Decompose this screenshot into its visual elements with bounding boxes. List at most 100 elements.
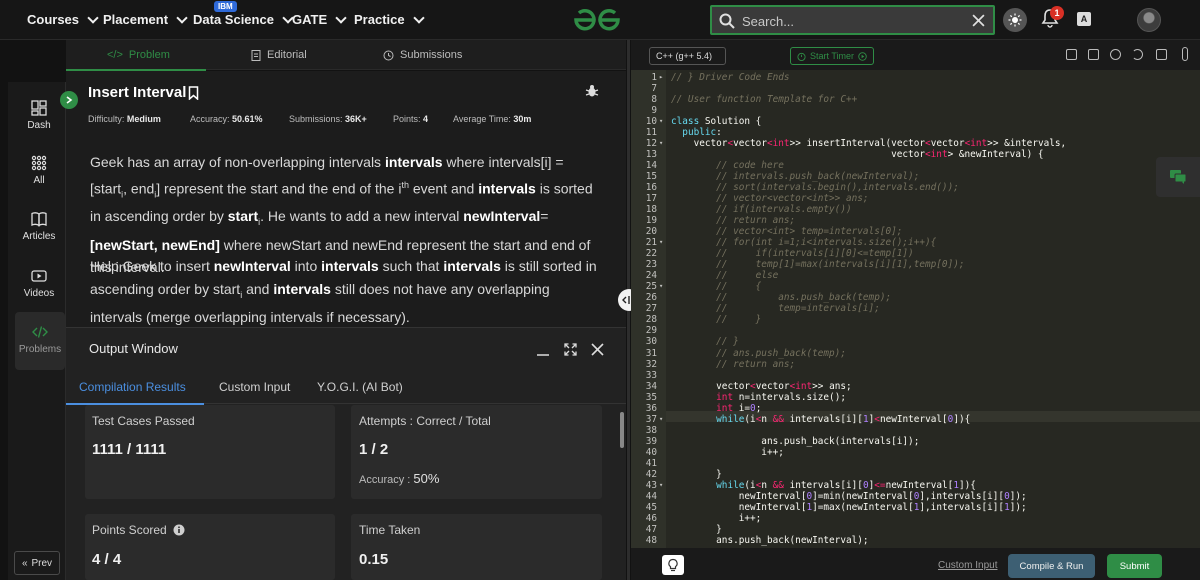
code-line[interactable]: 14 // code here: [631, 160, 1191, 171]
sidebar-item-videos[interactable]: Videos: [10, 268, 68, 299]
tab-yogi-ai-bot[interactable]: Y.O.G.I. (AI Bot): [317, 380, 403, 394]
minimize-icon[interactable]: [536, 344, 550, 356]
code-line[interactable]: 45 newInterval[1]=max(newInterval[1],int…: [631, 502, 1191, 513]
code-line[interactable]: 18 // if(intervals.empty()): [631, 204, 1191, 215]
code-line[interactable]: 38: [631, 425, 1191, 436]
code-line[interactable]: 36 int i=0;: [631, 403, 1191, 414]
code-line[interactable]: 27 // temp=intervals[i];: [631, 303, 1191, 314]
fold-toggle-icon[interactable]: ▾: [659, 414, 663, 425]
avatar[interactable]: [1137, 8, 1161, 32]
code-line[interactable]: 9: [631, 105, 1191, 116]
compile-run-button[interactable]: Compile & Run: [1008, 554, 1095, 578]
translate-icon[interactable]: A: [1077, 12, 1091, 26]
fullscreen-icon[interactable]: [1156, 49, 1167, 60]
code-line[interactable]: 16 // sort(intervals.begin(),intervals.e…: [631, 182, 1191, 193]
code-line[interactable]: 42 }: [631, 469, 1191, 480]
fold-toggle-icon[interactable]: ▾: [659, 237, 663, 248]
code-line[interactable]: 39 ans.push_back(intervals[i]);: [631, 436, 1191, 447]
scrollbar-mini[interactable]: [1182, 47, 1188, 61]
submissions-value: 36K+: [345, 114, 367, 124]
tab-editorial[interactable]: Editorial: [251, 49, 307, 61]
code-line[interactable]: 29: [631, 325, 1191, 336]
nav-gate[interactable]: GATE: [292, 11, 347, 27]
code-line[interactable]: 44 newInterval[0]=min(newInterval[0],int…: [631, 491, 1191, 502]
code-line[interactable]: 34 vector<vector<int>> ans;: [631, 381, 1191, 392]
code-line[interactable]: 13 vector<int> &newInterval) {: [631, 149, 1191, 160]
code-line[interactable]: 26 // ans.push_back(temp);: [631, 292, 1191, 303]
nav-data-science[interactable]: Data Science: [193, 11, 294, 27]
code-line[interactable]: 46 i++;: [631, 513, 1191, 524]
code-line[interactable]: 12 ▾ vector<vector<int>> insertInterval(v…: [631, 138, 1191, 149]
code-line[interactable]: 41: [631, 458, 1191, 469]
fold-toggle-icon[interactable]: ▾: [659, 480, 663, 491]
code-line[interactable]: 11 public:: [631, 127, 1191, 138]
bug-report-icon[interactable]: [585, 84, 599, 98]
reset-icon[interactable]: [1132, 49, 1143, 60]
code-line[interactable]: 37 ▾ while(i<n && intervals[i][1]<newInte…: [631, 414, 1191, 425]
submit-button[interactable]: Submit: [1107, 554, 1162, 578]
nav-practice[interactable]: Practice: [354, 11, 425, 27]
code-line[interactable]: 10 ▾ class Solution {: [631, 116, 1191, 127]
code-line[interactable]: 47 }: [631, 524, 1191, 535]
output-scrollbar[interactable]: [620, 412, 624, 448]
tab-compilation-results[interactable]: Compilation Results: [79, 380, 186, 394]
code-line[interactable]: 48 ans.push_back(newInterval);: [631, 535, 1191, 546]
nav-placement[interactable]: Placement: [103, 11, 188, 27]
code-line[interactable]: 21 ▾ // for(int i=1;i<intervals.size();i+…: [631, 237, 1191, 248]
code-line[interactable]: 25 ▾ // {: [631, 281, 1191, 292]
sidebar-item-problems[interactable]: Problems: [15, 312, 65, 370]
file-icon[interactable]: [1088, 49, 1099, 60]
code-line[interactable]: 22 // if(intervals[i][0]<=temp[1]): [631, 248, 1191, 259]
theme-toggle-button[interactable]: [1003, 8, 1027, 32]
code-line[interactable]: 24 // else: [631, 270, 1191, 281]
code-line[interactable]: 30 // }: [631, 336, 1191, 347]
code-line[interactable]: 40 i++;: [631, 447, 1191, 458]
clear-search-icon[interactable]: [972, 14, 985, 27]
chat-float-button[interactable]: [1156, 157, 1200, 197]
search-input[interactable]: [742, 12, 962, 30]
info-icon[interactable]: [173, 524, 185, 536]
code-line[interactable]: 23 // temp[1]=max(intervals[i][1],temp[0…: [631, 259, 1191, 270]
code-line[interactable]: 19 // return ans;: [631, 215, 1191, 226]
hint-button[interactable]: [662, 555, 684, 575]
fold-toggle-icon[interactable]: ▾: [659, 138, 663, 149]
custom-input-link[interactable]: Custom Input: [938, 560, 997, 571]
tab-submissions[interactable]: Submissions: [383, 49, 462, 61]
code-line[interactable]: 33: [631, 370, 1191, 381]
fold-toggle-icon[interactable]: ▾: [659, 281, 663, 292]
expand-icon[interactable]: [564, 343, 577, 356]
code-line[interactable]: 7: [631, 83, 1191, 94]
problem-tabs: </> Problem Editorial Submissions: [66, 40, 626, 70]
sidebar-item-articles[interactable]: Articles: [10, 211, 68, 242]
code-line[interactable]: 35 int n=intervals.size();: [631, 392, 1191, 403]
code-line[interactable]: 15 // intervals.push_back(newInterval);: [631, 171, 1191, 182]
tab-problem[interactable]: </> Problem: [107, 49, 170, 61]
expand-sidebar-button[interactable]: [60, 91, 78, 109]
code-lines[interactable]: 1 ▸ // } Driver Code Ends 7 8 // User functio…: [631, 72, 1196, 546]
tab-custom-input[interactable]: Custom Input: [219, 380, 290, 394]
code-line[interactable]: 1 ▸ // } Driver Code Ends: [631, 72, 1191, 83]
close-icon[interactable]: [591, 343, 604, 356]
code-line[interactable]: 8 // User function Template for C++: [631, 94, 1191, 105]
prev-button[interactable]: « Prev: [14, 551, 60, 575]
code-line[interactable]: 32 // return ans;: [631, 359, 1191, 370]
nav-courses[interactable]: Courses: [27, 11, 99, 27]
gfg-logo-icon[interactable]: [572, 7, 622, 33]
code-line[interactable]: 17 // vector<vector<int>> ans;: [631, 193, 1191, 204]
copy-icon[interactable]: [1066, 49, 1077, 60]
code-line[interactable]: 28 // }: [631, 314, 1191, 325]
settings-icon[interactable]: [1110, 49, 1121, 60]
sidebar-item-dash[interactable]: Dash: [10, 100, 68, 131]
bookmark-icon[interactable]: [188, 85, 199, 100]
code-text: // temp=intervals[i];: [716, 303, 880, 315]
attempts-label: Attempts : Correct / Total: [359, 414, 491, 428]
start-timer-button[interactable]: Start Timer: [790, 47, 874, 65]
sidebar-item-all[interactable]: All: [10, 155, 68, 186]
line-number: 40: [645, 446, 657, 458]
fold-toggle-icon[interactable]: ▾: [659, 116, 663, 127]
code-line[interactable]: 31 // ans.push_back(temp);: [631, 348, 1191, 359]
fold-toggle-icon[interactable]: ▸: [659, 72, 663, 83]
language-select[interactable]: C++ (g++ 5.4): [649, 47, 726, 65]
code-line[interactable]: 20 // vector<int> temp=intervals[0];: [631, 226, 1191, 237]
code-line[interactable]: 43 ▾ while(i<n && intervals[i][0]<=newInt…: [631, 480, 1191, 491]
